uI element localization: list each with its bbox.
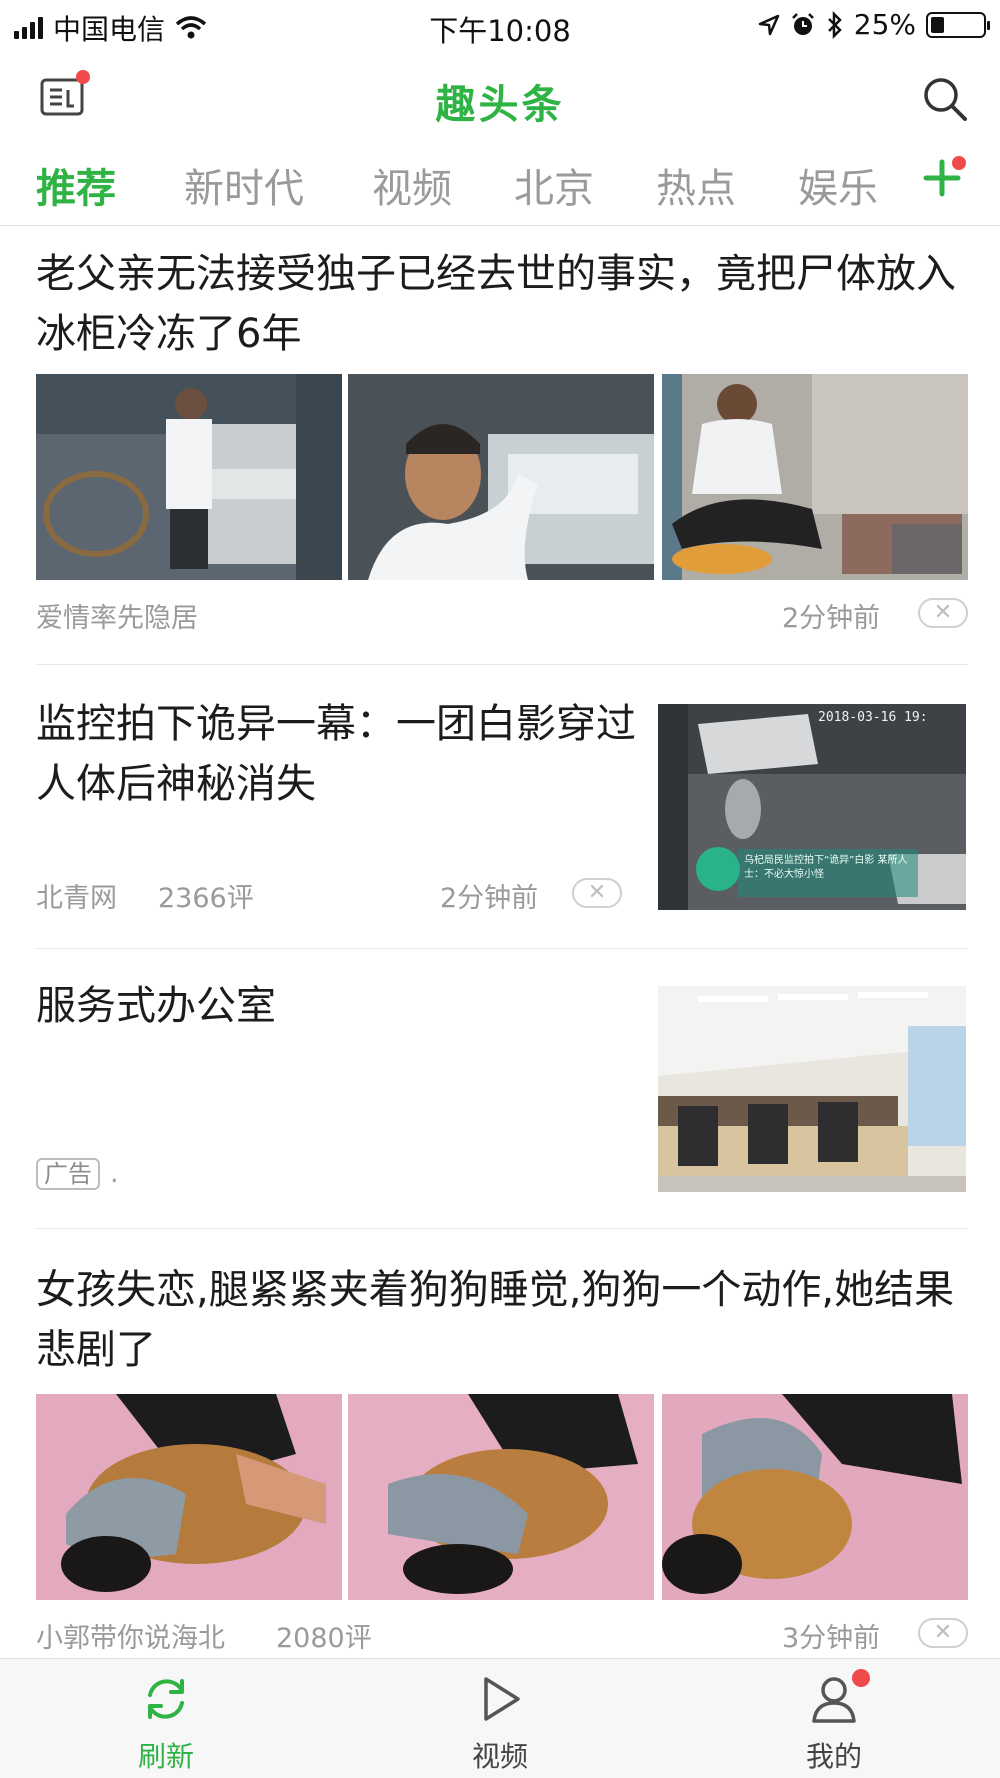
- article-time: 2分钟前: [782, 603, 881, 634]
- tab-new-era[interactable]: 新时代: [184, 156, 304, 214]
- article-image: [36, 1394, 342, 1600]
- article-source: 小郭带你说海北: [36, 1623, 225, 1654]
- article-image: [348, 1394, 654, 1600]
- location-icon: [758, 14, 780, 35]
- tab-entertainment[interactable]: 娱乐: [798, 156, 878, 214]
- nav-video[interactable]: 视频: [400, 1659, 600, 1778]
- bluetooth-icon: [827, 10, 842, 39]
- add-tab-dot: [952, 156, 966, 170]
- feed-item[interactable]: 女孩失恋,腿紧紧夹着狗狗睡觉,狗狗一个动作,她结果悲剧了 小郭带你说海北 208…: [36, 1260, 968, 1660]
- battery-percent: 25%: [853, 8, 916, 41]
- article-time: 3分钟前: [782, 1623, 881, 1654]
- divider: [36, 948, 968, 949]
- article-time: 2分钟前: [440, 883, 539, 914]
- battery-level: [931, 16, 944, 33]
- article-image: [348, 374, 654, 580]
- add-tab-button[interactable]: [920, 152, 970, 202]
- nav-label: 我的: [805, 1740, 862, 1773]
- tab-recommend[interactable]: 推荐: [36, 156, 116, 214]
- app-header: 趣头条: [0, 50, 1000, 146]
- tab-video[interactable]: 视频: [372, 156, 452, 214]
- article-image: [658, 986, 966, 1192]
- nav-label: 刷新: [137, 1740, 194, 1773]
- video-caption: 乌杞局民监控拍下“诡异”白影 某所人士：不必大惊小怪: [744, 855, 908, 880]
- tab-hot[interactable]: 热点: [656, 156, 736, 214]
- bottom-nav: 刷新 视频 我的: [0, 1658, 1000, 1778]
- dismiss-button[interactable]: ✕: [918, 1618, 968, 1648]
- nav-refresh[interactable]: 刷新: [66, 1659, 266, 1778]
- article-image: [36, 374, 342, 580]
- battery-icon: [926, 11, 990, 38]
- article-source: 爱情率先隐居: [36, 603, 198, 634]
- video-timestamp: 2018-03-16 19:: [818, 710, 928, 725]
- status-right: 25%: [758, 8, 990, 41]
- dismiss-button[interactable]: ✕: [918, 598, 968, 628]
- status-bar: 中国电信 下午10:08 25%: [0, 0, 1000, 50]
- feed-item[interactable]: 老父亲无法接受独子已经去世的事实，竟把尸体放入冰柜冷冻了6年 爱情率先隐居 2分…: [36, 244, 968, 664]
- alarm-icon: [791, 12, 814, 35]
- refresh-icon: [148, 1679, 184, 1719]
- dismiss-button[interactable]: ✕: [572, 878, 622, 908]
- article-comments: 2080评: [276, 1623, 372, 1654]
- nav-label: 视频: [471, 1740, 528, 1773]
- article-title: 老父亲无法接受独子已经去世的事实，竟把尸体放入冰柜冷冻了6年: [36, 251, 956, 357]
- ad-item[interactable]: 服务式办公室 广告 .: [36, 976, 968, 1200]
- article-comments: 2366评: [158, 883, 254, 914]
- profile-notification-dot: [852, 1669, 870, 1687]
- nav-profile[interactable]: 我的: [734, 1659, 934, 1778]
- tab-beijing[interactable]: 北京: [514, 156, 594, 214]
- play-icon: [484, 1677, 520, 1721]
- article-title: 女孩失恋,腿紧紧夹着狗狗睡觉,狗狗一个动作,她结果悲剧了: [36, 1267, 955, 1373]
- search-icon[interactable]: [920, 74, 970, 124]
- article-image: 2018-03-16 19: 乌杞局民监控拍下“诡异”白影 某所人士：不必大惊小…: [658, 704, 966, 910]
- divider: [36, 664, 968, 665]
- category-tabs: 推荐 新时代 视频 北京 热点 娱乐: [0, 146, 1000, 226]
- ad-suffix: .: [110, 1158, 119, 1189]
- article-source: 北青网: [36, 883, 117, 914]
- feed-item[interactable]: 监控拍下诡异一幕：一团白影穿过人体后神秘消失 北青网 2366评 2分钟前 ✕ …: [36, 694, 968, 944]
- article-title: 监控拍下诡异一幕：一团白影穿过人体后神秘消失: [36, 701, 636, 807]
- ad-badge: 广告: [36, 1158, 100, 1190]
- divider: [36, 1228, 968, 1229]
- article-image: [662, 1394, 968, 1600]
- app-title: 趣头条: [435, 82, 565, 128]
- article-image: [662, 374, 968, 580]
